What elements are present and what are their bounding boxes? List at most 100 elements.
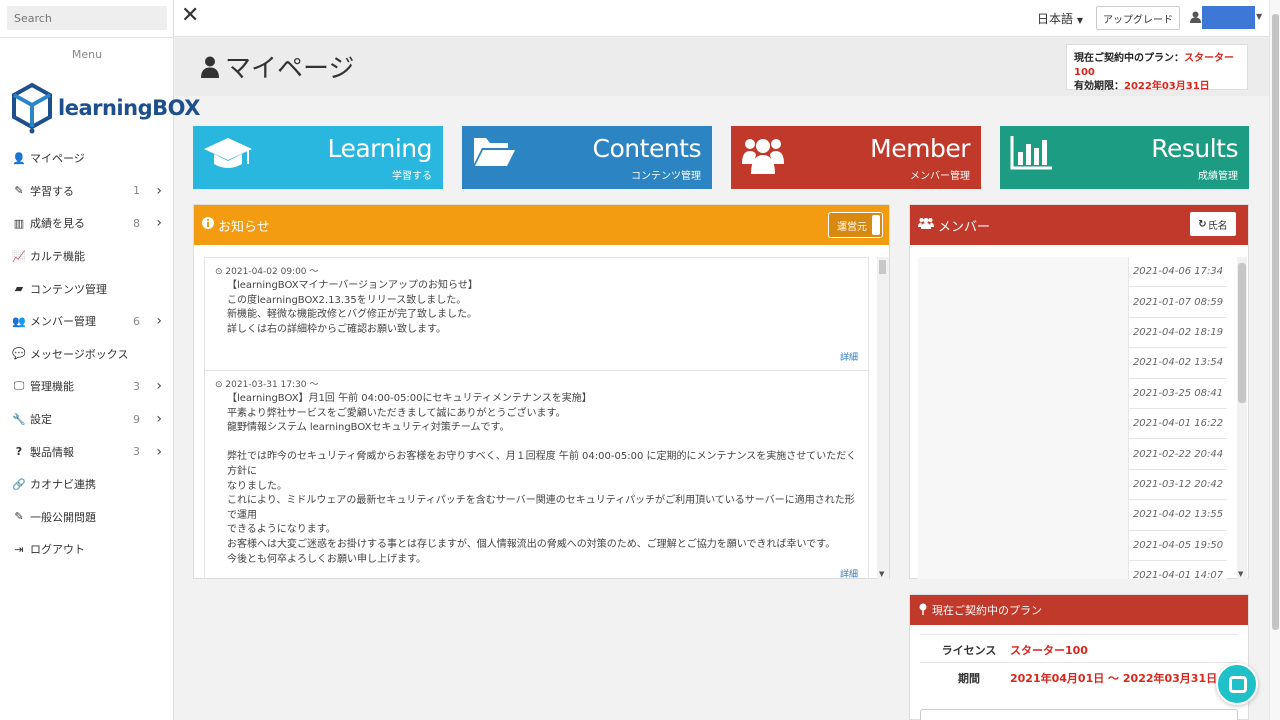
folder-open-icon	[472, 134, 516, 173]
plan-line: 現在ご契約中のプラン：スターター100	[1074, 52, 1240, 80]
pencil-icon: ✎	[14, 510, 24, 524]
users-icon	[741, 134, 785, 181]
expiry-line: 有効期限：2022年03月31日	[1074, 80, 1240, 94]
chevron-right-icon[interactable]: ›	[156, 411, 162, 427]
operator-toggle[interactable]: 運営元	[828, 212, 883, 238]
member-row[interactable]: 2021-03-25 08:41	[918, 378, 1227, 409]
member-row[interactable]: 2021-04-01 14:07	[918, 560, 1227, 579]
menu-label: Menu	[71, 48, 103, 61]
caret-down-icon: ▼	[1076, 16, 1083, 25]
news-body: 【learningBOX】月1回 午前 04:00-05:00にセキュリティメン…	[227, 393, 857, 565]
member-row[interactable]: 2021-01-07 08:59	[918, 287, 1227, 318]
question-icon: ?	[15, 445, 23, 459]
sidebar-item-5[interactable]: 👥 メンバー管理 6 ›	[0, 305, 174, 338]
news-detail-link[interactable]: 詳細	[840, 567, 858, 578]
sidebar-item-0[interactable]: 👤 マイページ	[0, 142, 174, 175]
chevron-right-icon[interactable]: ›	[156, 378, 162, 394]
license-value: スターター100	[1010, 644, 1088, 657]
page-scrollbar-thumb[interactable]	[1272, 14, 1279, 630]
info-circle-icon	[202, 217, 214, 233]
member-scrollbar-thumb[interactable]	[1238, 263, 1246, 403]
news-date: ⊙ 2021-03-31 17:30 ～	[215, 377, 858, 390]
sidebar-item-7[interactable]: 🖵 管理機能 3 ›	[0, 370, 174, 403]
chevron-right-icon[interactable]: ›	[156, 313, 162, 329]
sidebar-item-label: カルテ機能	[30, 250, 85, 264]
member-row[interactable]: 2021-04-02 13:54	[918, 348, 1227, 379]
sidebar-item-label: メンバー管理	[30, 315, 96, 329]
news-scrollbar-thumb[interactable]	[879, 260, 886, 274]
sidebar-item-4[interactable]: ▰ コンテンツ管理	[0, 272, 174, 305]
sidebar-item-10[interactable]: 🔗 カオナビ連携	[0, 468, 174, 501]
sidebar-item-8[interactable]: 🔧 設定 9 ›	[0, 403, 174, 436]
chevron-right-icon[interactable]: ›	[156, 183, 162, 199]
sidebar-item-1[interactable]: ✎ 学習する 1 ›	[0, 175, 174, 208]
member-list[interactable]: 2021-04-06 17:34 2021-01-07 08:59 2021-04-…	[918, 257, 1227, 579]
news-date: ⊙ 2021-04-02 09:00 ～	[215, 264, 858, 277]
language-selector[interactable]: 日本語 ▼	[1037, 10, 1083, 27]
language-label: 日本語	[1037, 12, 1074, 26]
scroll-down-icon[interactable]: ▼	[879, 570, 884, 578]
pencil-icon: ✎	[14, 184, 24, 198]
member-row[interactable]: 2021-04-02 13:55	[918, 500, 1227, 531]
clock-icon: ⊙	[215, 267, 223, 277]
page-scrollbar[interactable]	[1269, 0, 1280, 720]
chevron-right-icon[interactable]: ›	[156, 215, 162, 231]
member-row[interactable]: 2021-04-01 16:22	[918, 408, 1227, 440]
tile-learning[interactable]: Learning 学習する	[193, 126, 443, 189]
sidebar-item-11[interactable]: ✎ 一般公開問題	[0, 501, 174, 534]
sidebar-item-label: ログアウト	[30, 543, 85, 557]
member-row[interactable]: 2021-04-05 19:50	[918, 530, 1227, 561]
plan-upgrade-button[interactable]	[920, 709, 1238, 720]
news-item: ⊙ 2021-04-02 09:00 ～ 【learningBOXマイナーバージ…	[204, 257, 869, 371]
period-row: 期間 2021年04月01日 ～ 2022年03月31日	[920, 662, 1238, 690]
news-panel: お知らせ 運営元 ⊙ 2021-04-02 09:00 ～ 【learningB…	[193, 204, 890, 579]
bar-chart-icon: ▥	[13, 216, 25, 230]
user-menu-button[interactable]	[1202, 6, 1255, 29]
sign-out-icon: ⇥	[14, 542, 24, 556]
member-row[interactable]: 2021-04-06 17:34	[918, 257, 1227, 288]
member-last-login: 2021-02-22 20:44	[1128, 439, 1227, 470]
news-list[interactable]: ⊙ 2021-04-02 09:00 ～ 【learningBOXマイナーバージ…	[204, 257, 869, 578]
chat-widget-button[interactable]	[1216, 663, 1258, 705]
plan-label: 現在ご契約中のプラン：	[1074, 53, 1184, 64]
sidebar-item-12[interactable]: ⇥ ログアウト	[0, 533, 174, 566]
scroll-down-icon[interactable]: ▼	[1238, 570, 1243, 578]
member-row[interactable]: 2021-04-02 18:19	[918, 317, 1227, 349]
member-last-login: 2021-04-02 18:19	[1128, 317, 1227, 349]
sidebar-item-2[interactable]: ▥ 成績を見る 8 ›	[0, 207, 174, 240]
tile-member[interactable]: Member メンバー管理	[731, 126, 981, 189]
member-row[interactable]: 2021-03-12 20:42	[918, 469, 1227, 501]
tile-results[interactable]: Results 成績管理	[1000, 126, 1249, 189]
search-input[interactable]	[7, 6, 167, 30]
learningbox-logo[interactable]: learningBOX	[10, 82, 200, 134]
close-icon[interactable]: ✕	[181, 5, 201, 27]
period-label: 期間	[958, 672, 980, 685]
page-title: マイページ	[201, 48, 354, 85]
member-row[interactable]: 2021-02-22 20:44	[918, 439, 1227, 470]
sidebar-item-count: 1	[133, 184, 140, 198]
caret-down-icon[interactable]: ▼	[1256, 12, 1262, 21]
clock-icon: ⊙	[215, 380, 223, 390]
sort-by-name-button[interactable]: ↻ 氏名	[1190, 212, 1236, 236]
user-icon: 👤	[12, 151, 26, 165]
sidebar-item-count: 9	[133, 412, 140, 426]
expiry-label: 有効期限：	[1074, 81, 1124, 92]
member-scrollbar[interactable]: ▼	[1237, 257, 1247, 579]
chevron-right-icon[interactable]: ›	[156, 444, 162, 460]
upgrade-button[interactable]: アップグレード	[1096, 6, 1180, 30]
expiry-value: 2022年03月31日	[1124, 81, 1210, 92]
bar-chart-icon	[1010, 134, 1054, 175]
news-detail-link[interactable]: 詳細	[840, 350, 858, 363]
sidebar-item-9[interactable]: ? 製品情報 3 ›	[0, 435, 174, 468]
sidebar-divider	[0, 37, 174, 38]
tile-contents[interactable]: Contents コンテンツ管理	[462, 126, 712, 189]
news-date-text: 2021-04-02 09:00 ～	[225, 267, 319, 277]
users-icon: 👥	[12, 314, 26, 328]
sidebar-item-6[interactable]: 💬 メッセージボックス	[0, 338, 174, 371]
member-panel-title: メンバー	[938, 219, 991, 235]
sidebar-item-3[interactable]: 📈 カルテ機能	[0, 240, 174, 273]
news-scrollbar[interactable]: ▼	[877, 257, 889, 579]
member-last-login: 2021-04-01 14:07	[1128, 560, 1227, 579]
user-icon	[1190, 11, 1201, 27]
sidebar-item-label: 成績を見る	[30, 217, 85, 231]
